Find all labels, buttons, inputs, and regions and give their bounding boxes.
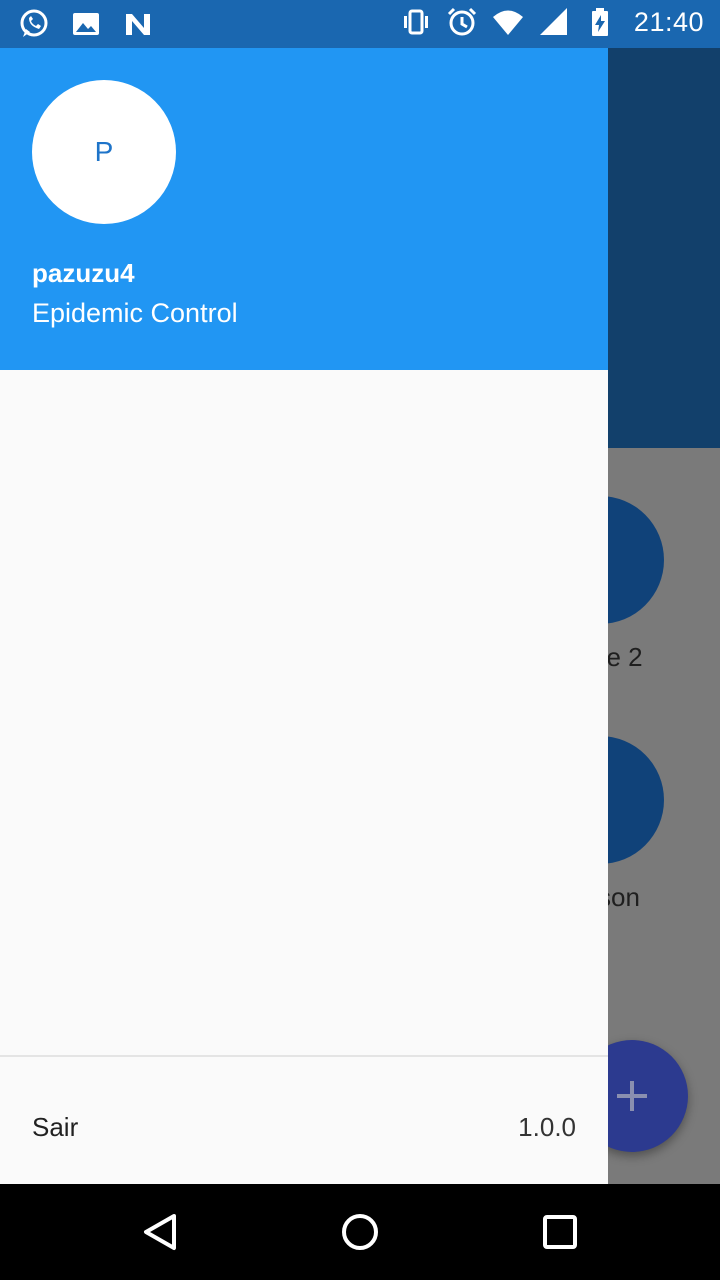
logout-button[interactable]: Sair (32, 1112, 78, 1143)
battery-charging-icon (591, 8, 608, 36)
clock: 21:40 (633, 6, 704, 37)
vibrate-icon (403, 9, 428, 35)
drawer-header: P pazuzu4 Epidemic Control (0, 48, 608, 370)
alarm-icon (447, 7, 476, 36)
system-nav-bar (0, 1184, 720, 1280)
navigation-drawer: P pazuzu4 Epidemic Control Sair 1.0.0 (0, 0, 608, 1184)
whatsapp-icon (20, 9, 48, 37)
account-name: pazuzu4 (32, 258, 135, 288)
n-icon (126, 14, 150, 35)
plus-icon (617, 1081, 647, 1111)
divider (0, 1055, 608, 1057)
home-icon[interactable] (336, 1208, 384, 1256)
avatar: P (32, 80, 176, 224)
wifi-icon (492, 10, 523, 35)
signal-icon (539, 8, 567, 35)
avatar-initial: P (94, 136, 114, 167)
recents-icon[interactable] (536, 1208, 584, 1256)
back-icon[interactable] (136, 1208, 184, 1256)
app-version: 1.0.0 (518, 1112, 576, 1142)
account-subtitle: Epidemic Control (32, 298, 238, 328)
status-bar: 21:40 (0, 0, 720, 48)
image-icon (73, 13, 99, 35)
